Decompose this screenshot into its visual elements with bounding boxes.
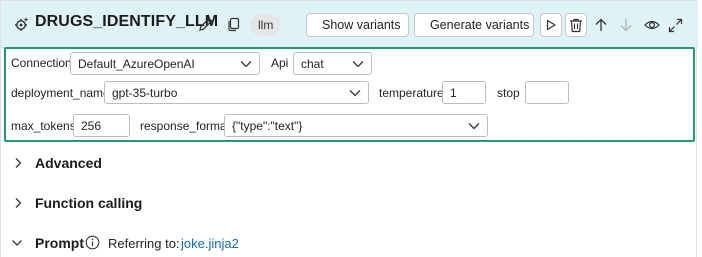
move-down-icon[interactable]	[616, 15, 636, 35]
prompt-section-title: Prompt	[35, 235, 84, 251]
referring-to-label: Referring to:	[108, 236, 180, 251]
node-title: DRUGS_IDENTIFY_LLM	[35, 13, 219, 30]
deployment-name-label: deployment_name	[11, 86, 110, 100]
chevron-right-icon	[15, 198, 22, 208]
temperature-value: 1	[450, 85, 457, 100]
api-label: Api	[271, 56, 289, 70]
deployment-name-select[interactable]: gpt-35-turbo	[104, 81, 369, 104]
connection-select[interactable]: Default_AzureOpenAI	[70, 52, 260, 75]
max-tokens-input[interactable]: 256	[73, 114, 130, 137]
function-calling-section-toggle[interactable]: Function calling	[13, 195, 142, 211]
stop-input[interactable]	[525, 81, 569, 104]
trash-icon	[570, 18, 582, 32]
play-icon	[546, 19, 556, 31]
chevron-right-icon	[15, 158, 22, 168]
max-tokens-label: max_tokens	[11, 119, 76, 133]
response-format-select[interactable]: {"type":"text"}	[224, 114, 488, 137]
connection-value: Default_AzureOpenAI	[78, 56, 195, 71]
show-variants-button[interactable]: Show variants	[306, 13, 409, 37]
show-variants-label: Show variants	[322, 18, 401, 32]
deployment-name-value: gpt-35-turbo	[112, 85, 178, 100]
advanced-section-toggle[interactable]: Advanced	[13, 155, 102, 171]
response-format-value: {"type":"text"}	[232, 118, 303, 133]
api-value: chat	[301, 56, 324, 71]
chevron-down-icon	[240, 60, 252, 67]
chevron-down-icon	[12, 240, 22, 246]
run-button[interactable]	[540, 13, 562, 37]
edit-icon[interactable]	[197, 15, 215, 38]
advanced-section-title: Advanced	[35, 155, 102, 171]
move-up-icon[interactable]	[591, 15, 611, 35]
response-format-label: response_format	[140, 119, 231, 133]
delete-button[interactable]	[565, 13, 587, 37]
copy-icon[interactable]	[226, 16, 242, 37]
function-calling-section-title: Function calling	[35, 195, 143, 211]
generate-variants-button[interactable]: Generate variants	[414, 13, 534, 37]
stop-label: stop	[497, 86, 520, 100]
temperature-input[interactable]: 1	[442, 81, 486, 104]
api-select[interactable]: chat	[293, 52, 372, 75]
chevron-down-icon	[468, 122, 480, 129]
temperature-label: temperature	[379, 86, 444, 100]
node-type-badge: llm	[250, 14, 282, 36]
max-tokens-value: 256	[81, 118, 102, 133]
chevron-down-icon	[352, 60, 364, 67]
expand-icon[interactable]	[665, 15, 685, 35]
prompt-file-link[interactable]: joke.jinja2	[181, 236, 239, 251]
chevron-down-icon	[349, 89, 361, 96]
info-icon[interactable]	[85, 235, 100, 255]
prompt-section-toggle[interactable]: Prompt	[11, 235, 84, 251]
generate-variants-label: Generate variants	[430, 18, 530, 32]
connection-label: Connection	[11, 56, 72, 70]
llm-node-icon	[13, 15, 31, 38]
llm-node-card: DRUGS_IDENTIFY_LLM llm Show variants Gen…	[0, 0, 698, 257]
target-icon[interactable]	[642, 15, 662, 35]
